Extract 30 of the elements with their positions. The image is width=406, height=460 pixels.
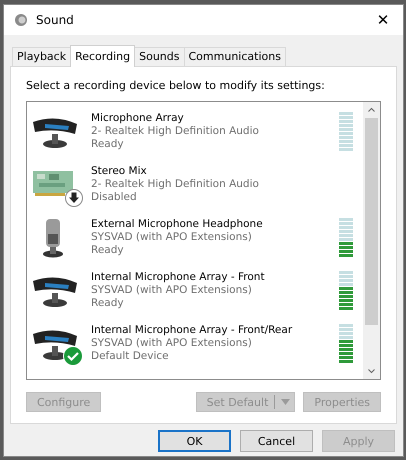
tab[interactable]: Recording [70,45,136,67]
device-status: Default Device [91,350,170,363]
tab[interactable]: Communications [184,47,286,66]
window-title: Sound [36,13,75,27]
speaker-icon [14,13,28,27]
level-meter [339,112,353,151]
close-button[interactable]: ✕ [363,5,403,35]
dialog-button[interactable]: Cancel [240,430,313,452]
dialog-button[interactable]: OK [158,430,231,452]
device-driver: 2- Realtek High Definition Audio [91,178,260,191]
device-status: Ready [91,244,125,257]
device-driver: SYSVAD (with APO Extensions) [91,284,253,297]
device-name: External Microphone Headphone [91,218,264,231]
device-driver: SYSVAD (with APO Extensions) [91,231,253,244]
instruction-text: Select a recording device below to modify its settings: [26,79,326,92]
scrollbar[interactable] [363,102,380,379]
device-name: Stereo Mix [91,165,148,178]
device-driver: SYSVAD (with APO Extensions) [91,337,253,350]
device-row[interactable]: Internal Microphone Array - Front SYSVAD (with APO Extensions) Ready [27,264,363,317]
device-name: Internal Microphone Array - Front [91,271,266,284]
device-name: Internal Microphone Array - Front/Rear [91,324,294,337]
device-row[interactable]: Internal Microphone Array - Front/Rear SYSVAD (with APO Extensions) Default Device [27,317,363,370]
device-row[interactable]: Microphone Array 2- Realtek High Definition Audio Ready [27,105,363,158]
device-status: Disabled [91,191,138,204]
device-status: Ready [91,297,125,310]
device-status: Ready [91,138,125,151]
tab[interactable]: Playback [12,47,72,66]
device-row[interactable]: External Microphone Headphone SYSVAD (with APO Extensions) Ready [27,211,363,264]
device-name: Microphone Array [91,112,185,125]
device-driver: 2- Realtek High Definition Audio [91,125,260,138]
